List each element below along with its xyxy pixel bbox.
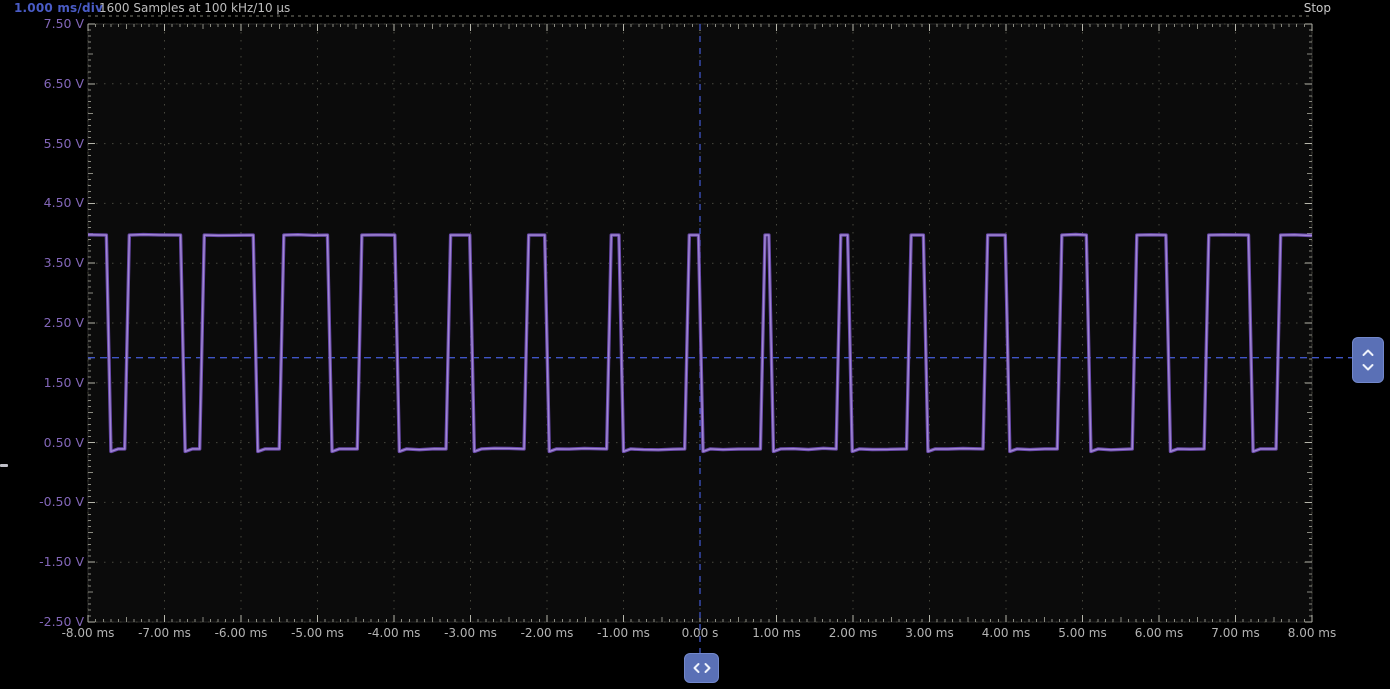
x-axis-label: 2.00 ms	[829, 626, 877, 640]
channel1-offset-marker[interactable]	[0, 464, 8, 467]
chevron-right-icon	[703, 661, 712, 675]
x-axis-label: 4.00 ms	[982, 626, 1030, 640]
chevron-left-icon	[692, 661, 701, 675]
trigger-level-handle[interactable]	[1352, 337, 1384, 383]
x-axis-label: 8.00 ms	[1288, 626, 1336, 640]
x-axis-label: -4.00 ms	[368, 626, 421, 640]
scope-plot[interactable]	[0, 0, 1390, 689]
x-axis-label: 5.00 ms	[1058, 626, 1106, 640]
x-axis-label: 0.00 s	[682, 626, 719, 640]
y-axis-label: -0.50 V	[0, 495, 84, 509]
chevron-down-icon	[1360, 363, 1376, 372]
y-axis-label: 7.50 V	[0, 17, 84, 31]
acquisition-status: Stop	[1304, 1, 1331, 15]
x-axis-label: -6.00 ms	[215, 626, 268, 640]
y-axis-label: 4.50 V	[0, 196, 84, 210]
x-axis-label: -1.00 ms	[597, 626, 650, 640]
x-axis-label: -3.00 ms	[444, 626, 497, 640]
x-axis-label: -7.00 ms	[138, 626, 191, 640]
chevron-up-icon	[1360, 348, 1376, 357]
y-axis-label: 6.50 V	[0, 77, 84, 91]
x-axis-label: -8.00 ms	[62, 626, 115, 640]
x-axis-label: -5.00 ms	[291, 626, 344, 640]
x-axis: -8.00 ms -7.00 ms -6.00 ms -5.00 ms -4.00 ms…	[0, 626, 1390, 642]
y-axis-label: 0.50 V	[0, 436, 84, 450]
trigger-position-handle[interactable]	[684, 653, 719, 683]
x-axis-label: 6.00 ms	[1135, 626, 1183, 640]
y-axis-label: 1.50 V	[0, 376, 84, 390]
x-axis-label: 7.00 ms	[1211, 626, 1259, 640]
y-axis: 7.50 V 6.50 V 5.50 V 4.50 V 3.50 V 2.50 V 1.50…	[0, 0, 90, 689]
x-axis-label: 3.00 ms	[905, 626, 953, 640]
y-axis-label: 5.50 V	[0, 137, 84, 151]
timebase-readout: 1.000 ms/div	[14, 1, 103, 15]
y-axis-label: 2.50 V	[0, 316, 84, 330]
acquisition-info: 1600 Samples at 100 kHz/10 µs	[99, 1, 290, 15]
y-axis-label: 3.50 V	[0, 256, 84, 270]
x-axis-label: 1.00 ms	[752, 626, 800, 640]
y-axis-label: -1.50 V	[0, 555, 84, 569]
x-axis-label: -2.00 ms	[521, 626, 574, 640]
